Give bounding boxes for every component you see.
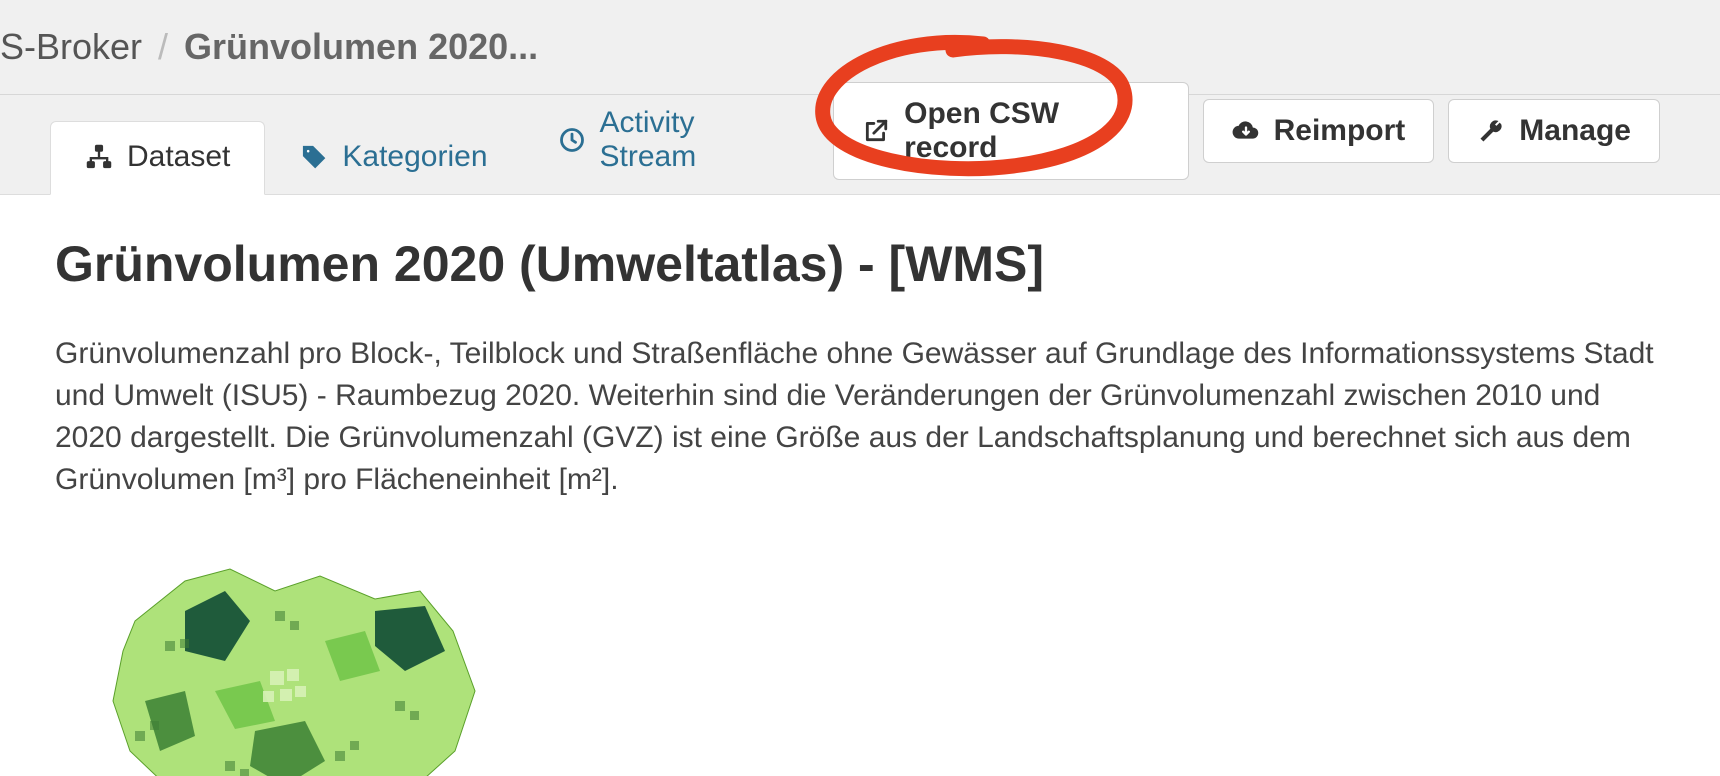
tab-dataset-label: Dataset xyxy=(127,140,230,174)
tabs: Dataset Kategorien Activity Stream xyxy=(50,86,833,194)
breadcrumb: S-Broker / Grünvolumen 2020... xyxy=(0,0,1720,95)
reimport-button[interactable]: Reimport xyxy=(1203,99,1435,163)
tab-dataset[interactable]: Dataset xyxy=(50,121,265,195)
page-title: Grünvolumen 2020 (Umweltatlas) - [WMS] xyxy=(55,235,1660,293)
clock-icon xyxy=(558,126,586,154)
tab-categories[interactable]: Kategorien xyxy=(265,121,522,195)
tab-activity[interactable]: Activity Stream xyxy=(523,87,834,195)
dataset-preview-image xyxy=(75,551,495,776)
sitemap-icon xyxy=(85,143,113,171)
breadcrumb-current: Grünvolumen 2020... xyxy=(184,26,538,68)
tab-action-row: Dataset Kategorien Activity Stream Open … xyxy=(0,95,1720,195)
manage-label: Manage xyxy=(1519,114,1631,148)
external-link-icon xyxy=(862,117,890,145)
reimport-label: Reimport xyxy=(1274,114,1406,148)
cloud-download-icon xyxy=(1232,117,1260,145)
tab-categories-label: Kategorien xyxy=(342,140,487,174)
main-content: Grünvolumen 2020 (Umweltatlas) - [WMS] G… xyxy=(0,195,1720,776)
manage-button[interactable]: Manage xyxy=(1448,99,1660,163)
tab-activity-label: Activity Stream xyxy=(600,106,799,174)
tags-icon xyxy=(300,143,328,171)
page-description: Grünvolumenzahl pro Block-, Teilblock un… xyxy=(55,333,1655,501)
open-csw-label: Open CSW record xyxy=(904,97,1159,165)
open-csw-button[interactable]: Open CSW record xyxy=(833,82,1188,180)
breadcrumb-prev[interactable]: S-Broker xyxy=(0,26,142,68)
wrench-icon xyxy=(1477,117,1505,145)
breadcrumb-separator: / xyxy=(158,26,168,68)
action-buttons: Open CSW record Reimport Manage xyxy=(833,82,1660,194)
